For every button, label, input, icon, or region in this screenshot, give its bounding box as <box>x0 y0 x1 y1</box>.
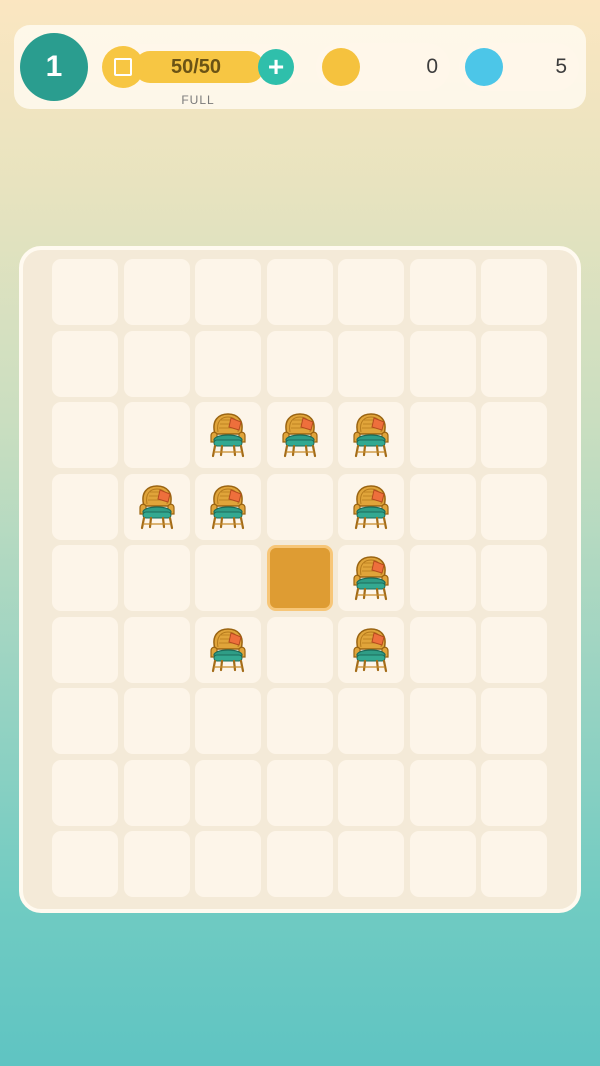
board-cell[interactable] <box>123 402 190 468</box>
board-cell[interactable] <box>481 402 547 468</box>
board-cell[interactable] <box>195 688 261 754</box>
wicker-chair-icon[interactable] <box>207 412 249 458</box>
board-cell[interactable] <box>338 688 404 754</box>
board-cell[interactable] <box>195 545 261 611</box>
board-cell[interactable] <box>52 402 118 468</box>
board-cell[interactable] <box>338 759 404 826</box>
coin-icon <box>322 48 360 86</box>
board-cell[interactable] <box>409 259 476 325</box>
board-cell[interactable] <box>123 831 190 897</box>
board-cell[interactable] <box>195 473 261 540</box>
board-cell[interactable] <box>266 473 333 540</box>
wicker-chair-icon[interactable] <box>350 484 392 530</box>
board-cell[interactable] <box>481 330 547 397</box>
coins-counter[interactable]: 0 <box>316 43 450 91</box>
energy-icon <box>102 46 144 88</box>
board-cell[interactable] <box>123 759 190 826</box>
board-cell[interactable] <box>409 545 476 611</box>
board-cell[interactable] <box>481 831 547 897</box>
board-cell[interactable] <box>481 545 547 611</box>
wicker-chair-icon[interactable] <box>350 412 392 458</box>
board-cell[interactable] <box>338 545 404 611</box>
wicker-chair-icon[interactable] <box>136 484 178 530</box>
board-cell[interactable] <box>481 616 547 683</box>
board-cell[interactable] <box>338 402 404 468</box>
board-cell[interactable] <box>123 330 190 397</box>
board-cell[interactable] <box>266 259 333 325</box>
board-cell[interactable] <box>409 330 476 397</box>
board-cell[interactable] <box>338 330 404 397</box>
board-cell[interactable] <box>195 831 261 897</box>
board-cell[interactable] <box>409 616 476 683</box>
board-cell[interactable] <box>52 688 118 754</box>
energy-status-label: FULL <box>181 93 215 107</box>
board-cell[interactable] <box>266 402 333 468</box>
gems-counter[interactable]: 5 <box>459 43 579 91</box>
coins-value: 0 <box>426 55 438 78</box>
wicker-chair-icon[interactable] <box>207 484 249 530</box>
board-cell[interactable] <box>195 616 261 683</box>
board-cell[interactable] <box>195 330 261 397</box>
plus-icon: + <box>267 51 285 82</box>
board-cell[interactable] <box>123 473 190 540</box>
board-cell[interactable] <box>481 259 547 325</box>
board-cell[interactable] <box>195 759 261 826</box>
wicker-chair-icon[interactable] <box>350 555 392 601</box>
board-cell[interactable] <box>409 402 476 468</box>
board-cell[interactable] <box>123 616 190 683</box>
board-cell[interactable] <box>52 759 118 826</box>
level-badge[interactable]: 1 <box>20 33 88 101</box>
board-cell[interactable] <box>52 259 118 325</box>
wicker-chair-icon[interactable] <box>207 627 249 673</box>
level-number: 1 <box>45 50 63 83</box>
board-cell[interactable] <box>481 473 547 540</box>
board-cell[interactable] <box>123 545 190 611</box>
gems-value: 5 <box>555 55 567 78</box>
board-cell[interactable] <box>266 330 333 397</box>
board-cell[interactable] <box>409 473 476 540</box>
add-energy-button[interactable]: + <box>258 49 294 85</box>
board-cell[interactable] <box>52 831 118 897</box>
merge-board <box>19 246 581 913</box>
board-cell[interactable] <box>266 688 333 754</box>
board-cell[interactable] <box>52 473 118 540</box>
board-cell[interactable] <box>123 688 190 754</box>
board-cell[interactable] <box>52 330 118 397</box>
energy-value: 50/50 <box>170 55 222 78</box>
board-cell[interactable] <box>52 616 118 683</box>
board-cell[interactable] <box>481 688 547 754</box>
energy-bar: 50/50 <box>134 51 264 83</box>
selected-board-cell[interactable] <box>266 545 333 611</box>
board-cell[interactable] <box>123 259 190 325</box>
gem-icon <box>465 48 503 86</box>
board-cell[interactable] <box>266 831 333 897</box>
wicker-chair-icon[interactable] <box>279 412 321 458</box>
board-cell[interactable] <box>266 616 333 683</box>
board-cell[interactable] <box>195 259 261 325</box>
board-cell[interactable] <box>409 688 476 754</box>
wicker-chair-icon[interactable] <box>350 627 392 673</box>
board-cell[interactable] <box>338 259 404 325</box>
board-cell[interactable] <box>52 545 118 611</box>
board-cell[interactable] <box>266 759 333 826</box>
board-cell[interactable] <box>338 473 404 540</box>
board-cell[interactable] <box>338 616 404 683</box>
board-cell[interactable] <box>409 831 476 897</box>
board-cell[interactable] <box>195 402 261 468</box>
board-cell[interactable] <box>481 759 547 826</box>
board-cell[interactable] <box>409 759 476 826</box>
board-cell[interactable] <box>338 831 404 897</box>
